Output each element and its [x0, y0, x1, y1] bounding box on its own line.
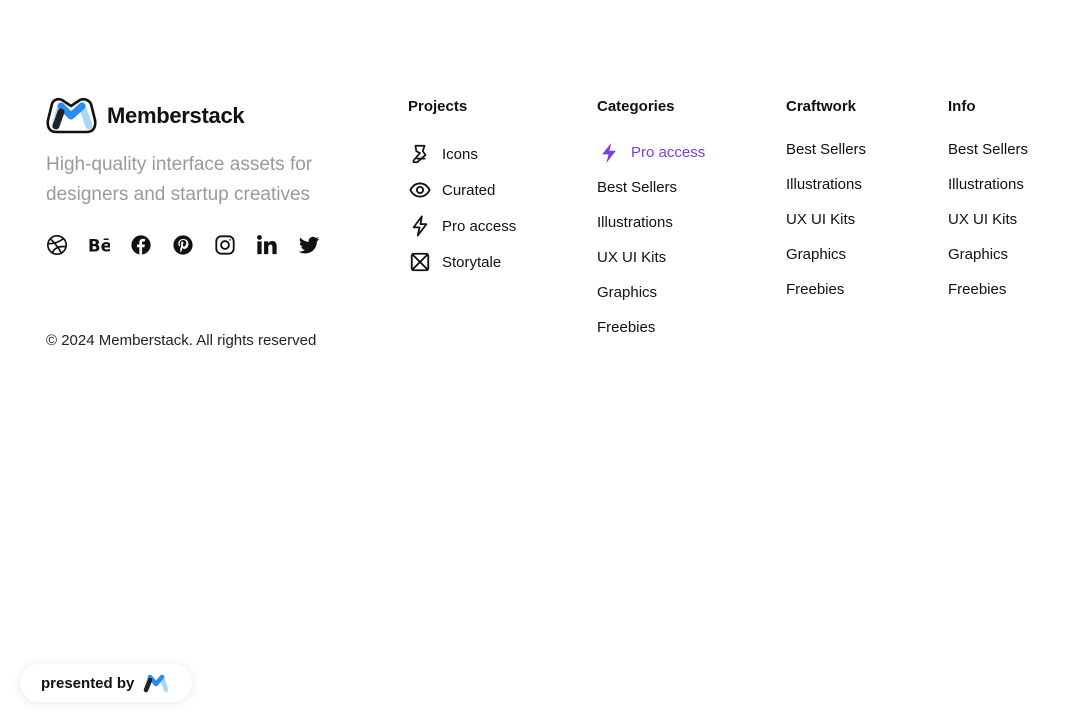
projects-link-icons[interactable]: Icons — [408, 136, 516, 172]
projects-list: Icons Curated Pro access Storytale — [408, 136, 516, 280]
pinterest-link[interactable] — [172, 234, 194, 256]
categories-link-label: Illustrations — [597, 214, 673, 231]
copyright-text: © 2024 Memberstack. All rights reserved — [46, 332, 317, 349]
instagram-link[interactable] — [214, 234, 236, 256]
projects-title: Projects — [408, 98, 468, 115]
craftwork-title: Craftwork — [786, 98, 857, 115]
info-link-label: Best Sellers — [948, 141, 1029, 158]
info-link-freebies[interactable]: Freebies — [948, 272, 1028, 307]
projects-column: Projects Icons Curated Pro access Storyt… — [408, 97, 516, 280]
lightning-icon — [408, 214, 432, 238]
categories-list: Pro access Best Sellers Illustrations UX… — [597, 135, 705, 345]
projects-link-label: Pro access — [442, 217, 517, 235]
facebook-icon — [131, 235, 151, 255]
projects-link-label: Storytale — [442, 253, 502, 271]
linkedin-link[interactable] — [256, 234, 278, 256]
categories-link-best-sellers[interactable]: Best Sellers — [597, 170, 705, 205]
presented-by-badge[interactable]: presented by — [20, 664, 192, 702]
info-list: Best Sellers Illustrations UX UI Kits Gr… — [948, 132, 1028, 307]
projects-link-pro-access[interactable]: Pro access — [408, 208, 516, 244]
pen-tool-icon — [408, 142, 432, 166]
craftwork-link-label: Freebies — [786, 281, 845, 298]
instagram-icon — [215, 235, 235, 255]
social-links: Bē — [46, 232, 366, 258]
info-link-label: Illustrations — [948, 176, 1024, 193]
dribbble-link[interactable] — [46, 234, 68, 256]
categories-title: Categories — [597, 98, 675, 115]
categories-link-label: Freebies — [597, 319, 656, 336]
info-link-label: Freebies — [948, 281, 1007, 298]
categories-link-label: UX UI Kits — [597, 249, 667, 266]
behance-icon: Bē — [88, 236, 110, 255]
pinterest-icon — [173, 235, 193, 255]
dribbble-icon — [47, 235, 67, 255]
craftwork-link-illustrations[interactable]: Illustrations — [786, 167, 866, 202]
footer: Memberstack High-quality interface asset… — [0, 0, 1080, 720]
categories-link-label: Graphics — [597, 284, 658, 301]
info-link-label: Graphics — [948, 246, 1009, 263]
craftwork-link-freebies[interactable]: Freebies — [786, 272, 866, 307]
presented-by-label: presented by — [41, 674, 135, 692]
logo[interactable]: Memberstack — [46, 96, 366, 136]
projects-link-label: Curated — [442, 181, 496, 199]
memberstack-logo-icon — [46, 97, 97, 134]
linkedin-icon — [257, 235, 277, 255]
craftwork-link-ux-ui-kits[interactable]: UX UI Kits — [786, 202, 866, 237]
memberstack-logo-icon — [144, 674, 169, 693]
categories-link-label: Best Sellers — [597, 179, 678, 196]
info-link-label: UX UI Kits — [948, 211, 1018, 228]
craftwork-link-label: UX UI Kits — [786, 211, 856, 228]
info-title: Info — [948, 98, 976, 115]
info-link-illustrations[interactable]: Illustrations — [948, 167, 1028, 202]
categories-column: Categories Pro access Best Sellers Illus… — [597, 97, 705, 345]
categories-link-freebies[interactable]: Freebies — [597, 310, 705, 345]
behance-link[interactable]: Bē — [88, 234, 110, 256]
craftwork-link-label: Graphics — [786, 246, 847, 263]
craftwork-column: Craftwork Best Sellers Illustrations UX … — [786, 97, 866, 307]
svg-text:Bē: Bē — [88, 236, 110, 255]
categories-link-illustrations[interactable]: Illustrations — [597, 205, 705, 240]
info-link-ux-ui-kits[interactable]: UX UI Kits — [948, 202, 1028, 237]
categories-link-ux-ui-kits[interactable]: UX UI Kits — [597, 240, 705, 275]
info-column: Info Best Sellers Illustrations UX UI Ki… — [948, 97, 1028, 307]
craftwork-link-graphics[interactable]: Graphics — [786, 237, 866, 272]
tagline: High-quality interface assets for design… — [46, 154, 313, 205]
info-link-best-sellers[interactable]: Best Sellers — [948, 132, 1028, 167]
craftwork-link-label: Illustrations — [786, 176, 862, 193]
projects-link-storytale[interactable]: Storytale — [408, 244, 516, 280]
categories-link-pro-access[interactable]: Pro access — [597, 135, 705, 170]
brand-name: Memberstack — [107, 103, 245, 128]
categories-link-graphics[interactable]: Graphics — [597, 275, 705, 310]
projects-link-curated[interactable]: Curated — [408, 172, 516, 208]
projects-link-label: Icons — [442, 145, 478, 163]
categories-link-label: Pro access — [631, 144, 706, 161]
facebook-link[interactable] — [130, 234, 152, 256]
lightning-icon — [597, 141, 621, 165]
eye-icon — [408, 178, 432, 202]
craftwork-link-label: Best Sellers — [786, 141, 867, 158]
craftwork-list: Best Sellers Illustrations UX UI Kits Gr… — [786, 132, 866, 307]
twitter-link[interactable] — [298, 234, 320, 256]
info-link-graphics[interactable]: Graphics — [948, 237, 1028, 272]
brand-block: Memberstack High-quality interface asset… — [46, 96, 366, 258]
craftwork-link-best-sellers[interactable]: Best Sellers — [786, 132, 866, 167]
twitter-icon — [298, 236, 320, 254]
storytale-icon — [408, 250, 432, 274]
